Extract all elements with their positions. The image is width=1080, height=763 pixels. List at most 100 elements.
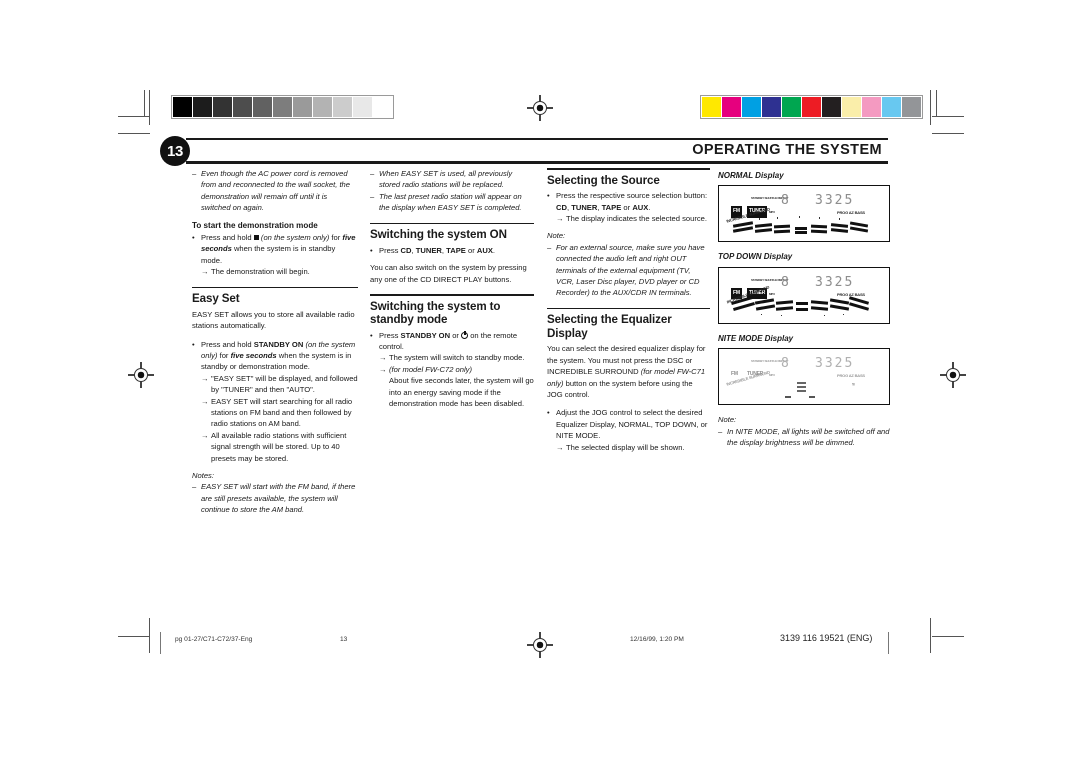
eq-dot	[761, 313, 763, 316]
color-swatch	[802, 97, 821, 117]
eq-bar	[797, 382, 806, 385]
list-item: • Press and hold STANDBY ON (on the syst…	[192, 339, 356, 372]
footer-page-number: 13	[340, 636, 348, 643]
eq-dot	[759, 218, 761, 220]
crop-mark-tr-v2	[936, 90, 937, 116]
page-title: OPERATING THE SYSTEM	[692, 141, 882, 158]
eq-bar	[796, 307, 808, 311]
note-list-easyset: – When EASY SET is used, all previously s…	[370, 168, 534, 214]
arrow-icon: →	[556, 213, 564, 223]
color-swatch	[722, 97, 741, 117]
eq-dot	[777, 217, 779, 219]
crop-mark-tr-h1	[932, 116, 964, 117]
section-divider	[547, 168, 710, 170]
bullet-icon: •	[547, 191, 550, 201]
eq-bar	[795, 227, 807, 231]
source-note-list: – For an external source, make sure you h…	[547, 242, 710, 299]
lcd-flags-right: PROG AZ BASS	[837, 210, 865, 216]
crop-mark-tl-v	[149, 90, 150, 125]
grayscale-calibration-bar	[171, 95, 394, 119]
eq-dot	[809, 396, 815, 399]
list-item: – Even though the AC power cord is remove…	[192, 169, 351, 213]
note-label: Note:	[718, 415, 737, 425]
eq-bar	[796, 301, 808, 305]
eq-bar	[795, 231, 807, 235]
grayscale-swatch	[333, 97, 352, 117]
eq-bar	[830, 228, 849, 234]
color-swatch	[702, 97, 721, 117]
crop-mark-tl-h2	[118, 133, 150, 134]
arrow-icon: →	[379, 353, 387, 363]
eq-bar	[829, 304, 850, 311]
crop-mark-tl-h1	[118, 116, 150, 117]
eq-bar	[797, 386, 806, 389]
section-title-easy-set: Easy Set	[192, 292, 240, 306]
display-label-normal: NORMAL Display	[718, 171, 784, 180]
lcd-display-normal: STANDBY SHUFFLE REPEAT FM TUNER MP3 8 33…	[718, 185, 890, 243]
bullet-icon: •	[547, 408, 550, 418]
eq-dot	[819, 217, 821, 219]
column-two: – When EASY SET is used, all previously s…	[370, 168, 534, 415]
crop-mark-br-h	[932, 636, 964, 637]
section-divider	[370, 222, 534, 225]
bullet-icon: •	[192, 339, 195, 349]
eq-bar	[773, 224, 791, 229]
footer-document-code: 3139 116 19521 (ENG)	[780, 633, 873, 643]
eq-bar	[773, 229, 791, 234]
list-item: → EASY SET will start searching for all r…	[201, 396, 353, 429]
color-swatch	[762, 97, 781, 117]
grayscale-swatch	[213, 97, 232, 117]
eq-bar	[810, 300, 829, 305]
easy-set-steps: • Press and hold STANDBY ON (on the syst…	[192, 339, 358, 464]
grayscale-swatch	[313, 97, 332, 117]
list-item: – For an external source, make sure you h…	[547, 242, 705, 298]
note-list-bottom: – EASY SET will start with the FM band, i…	[192, 481, 358, 515]
footer-file-name: pg 01-27/C71-C72/37-Eng	[175, 636, 253, 643]
eq-dot	[781, 314, 783, 317]
eq-bar	[810, 306, 829, 311]
lcd-display-topdown: STANDBY SHUFFLE REPEAT FM TUNER MP3 8 33…	[718, 266, 890, 324]
switch-on-body: You can also switch on the system by pre…	[370, 263, 527, 284]
color-swatch	[842, 97, 861, 117]
eq-bar	[754, 228, 773, 234]
easy-set-intro: EASY SET allows you to store all availab…	[192, 309, 355, 331]
arrow-icon: →	[201, 267, 209, 277]
column-one: – Even though the AC power cord is remove…	[192, 168, 358, 522]
standby-steps: • Press STANDBY ON or on the remote cont…	[370, 330, 534, 410]
crop-mark-tr-h2	[932, 133, 964, 134]
list-item: • Press STANDBY ON or on the remote cont…	[370, 330, 518, 351]
eq-bar	[775, 306, 794, 311]
note-label: Note:	[547, 231, 566, 241]
eq-dot	[839, 218, 841, 220]
crop-mark-bl-h	[118, 636, 150, 637]
dash-icon: –	[192, 482, 197, 492]
list-item: – When EASY SET is used, all previously s…	[370, 169, 513, 190]
dash-icon: –	[370, 169, 375, 178]
list-item: → The demonstration will begin.	[201, 267, 310, 277]
equalizer-steps: • Adjust the JOG control to select the de…	[547, 407, 710, 453]
eq-bar	[849, 226, 869, 233]
eq-bar	[732, 226, 754, 234]
bullet-icon: •	[192, 233, 195, 243]
header-rule-bottom	[186, 160, 888, 164]
crop-mark-tr-v	[930, 90, 931, 125]
dash-icon: –	[547, 242, 552, 252]
column-three: Selecting the Source • Press the respect…	[547, 168, 710, 459]
notes-label: Notes:	[192, 471, 214, 481]
list-item: • Press and hold (on the system only) fo…	[192, 233, 356, 265]
grayscale-swatch	[253, 97, 272, 117]
section-title-equalizer: Selecting the Equalizer Display	[547, 313, 672, 340]
section-divider	[192, 286, 358, 289]
display-label-nite: NITE MODE Display	[718, 333, 794, 343]
grayscale-swatch	[353, 97, 372, 117]
stop-square-icon	[253, 234, 259, 240]
lcd-time: 3325	[815, 193, 855, 209]
footer-date: 12/16/99, 1:20 PM	[630, 636, 684, 643]
lcd-track-number: 8	[781, 274, 791, 290]
eq-bar	[775, 300, 794, 305]
demo-mode-steps: • Press and hold (on the system only) fo…	[192, 232, 358, 278]
arrow-icon: →	[201, 373, 209, 383]
grayscale-swatch	[173, 97, 192, 117]
color-swatch	[822, 97, 841, 117]
dash-icon: –	[370, 191, 375, 201]
